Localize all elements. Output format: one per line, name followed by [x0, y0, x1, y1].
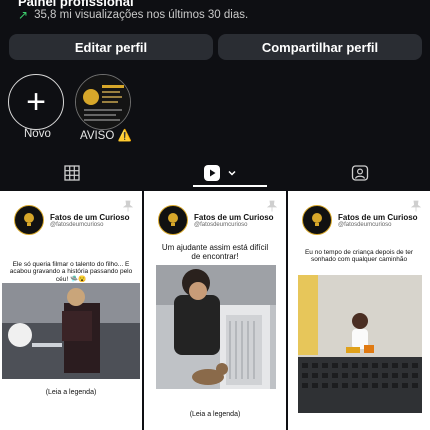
post-caption: Um ajudante assim está difícil de encont… [161, 243, 269, 261]
account-logo-icon [14, 205, 44, 235]
account-logo-icon [158, 205, 188, 235]
account-handle: @fatosdeumcurioso [50, 221, 104, 228]
account-name: Fatos de um Curioso [194, 212, 274, 222]
highlight-aviso[interactable] [75, 74, 131, 130]
grid-icon [64, 165, 80, 181]
highlight-label-new: Novo [24, 128, 51, 140]
reels-icon [204, 165, 220, 181]
tab-reels[interactable] [192, 160, 248, 186]
account-name: Fatos de um Curioso [338, 212, 418, 222]
share-profile-button[interactable]: Compartilhar perfil [218, 34, 422, 60]
account-handle: @fatosdeumcurioso [194, 221, 248, 228]
new-highlight-button[interactable]: + [8, 74, 64, 130]
post-footer: (Leia a legenda) [189, 411, 241, 418]
post-caption: Eu no tempo de criança depois de ter son… [304, 249, 414, 263]
reel-post-1[interactable]: Fatos de um Curioso @fatosdeumcurioso El… [0, 191, 142, 430]
tab-grid[interactable] [52, 160, 92, 186]
views-summary[interactable]: ↗ 35,8 mi visualizações nos últimos 30 d… [18, 8, 248, 22]
account-name: Fatos de um Curioso [50, 212, 130, 222]
reel-post-3[interactable]: Fatos de um Curioso @fatosdeumcurioso Eu… [288, 191, 430, 430]
views-text: 35,8 mi visualizações nos últimos 30 dia… [34, 9, 249, 21]
highlight-label-aviso: AVISO ⚠️ [80, 130, 132, 142]
post-photo [298, 275, 422, 413]
post-photo [2, 283, 140, 379]
post-footer: (Leia a legenda) [45, 389, 97, 396]
account-logo-icon [302, 205, 332, 235]
post-caption: Ele só queria filmar o talento do filho.… [9, 261, 133, 283]
reel-post-2[interactable]: Fatos de um Curioso @fatosdeumcurioso Um… [144, 191, 286, 430]
tagged-icon [351, 165, 369, 181]
plus-icon: + [26, 83, 46, 121]
active-tab-indicator [193, 185, 267, 187]
chevron-down-icon [228, 170, 236, 176]
tab-tagged[interactable] [340, 160, 380, 186]
post-photo [156, 265, 276, 389]
profile-tabs [0, 160, 430, 186]
edit-profile-button[interactable]: Editar perfil [9, 34, 213, 60]
trend-up-icon: ↗ [18, 8, 29, 22]
account-handle: @fatosdeumcurioso [338, 221, 392, 228]
aviso-highlight-thumbnail [76, 75, 130, 129]
